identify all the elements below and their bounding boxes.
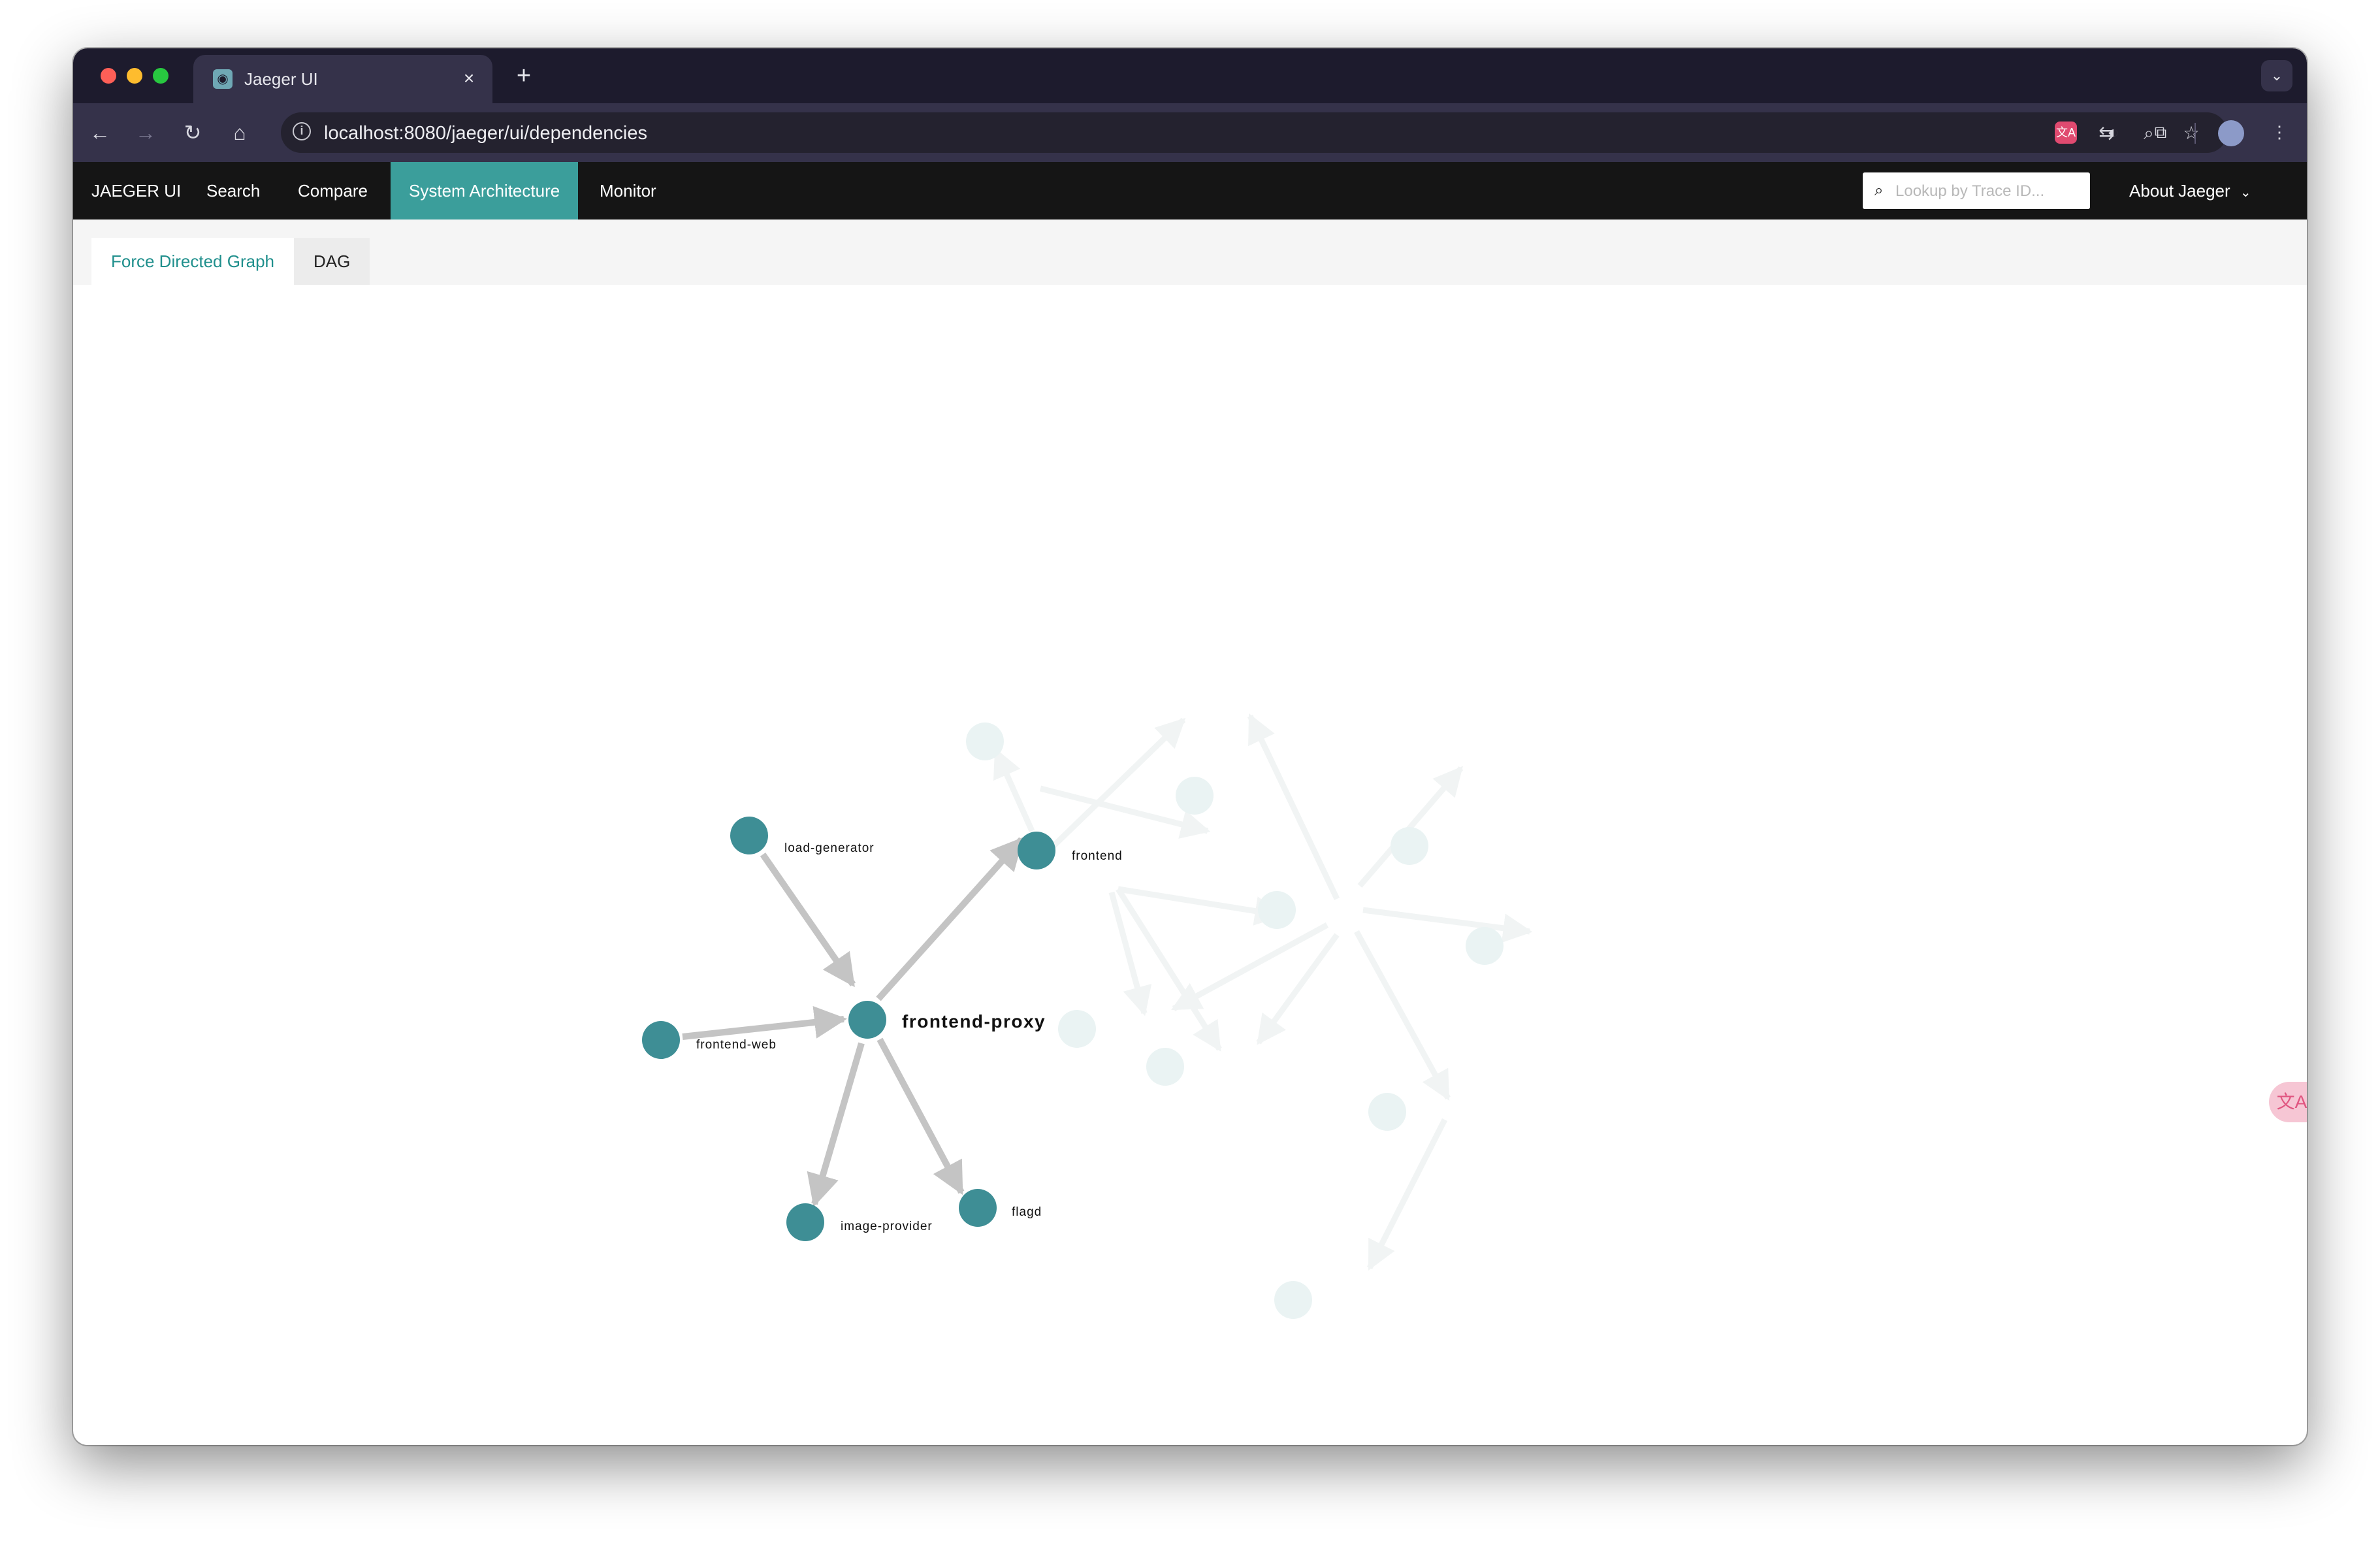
faded-node bbox=[1258, 891, 1296, 929]
close-window-button[interactable] bbox=[101, 68, 116, 84]
nav-search[interactable]: Search bbox=[188, 162, 278, 219]
label-frontend-web: frontend-web bbox=[696, 1038, 777, 1052]
edge-frontend-proxy-to-image-provider bbox=[807, 1042, 865, 1207]
close-tab-icon[interactable]: × bbox=[457, 67, 481, 90]
node-flagd[interactable] bbox=[959, 1189, 997, 1227]
edge-frontend-proxy-to-flagd bbox=[876, 1037, 965, 1195]
profile-avatar[interactable] bbox=[2218, 120, 2244, 146]
tab-search-chevron-icon[interactable]: ⌄ bbox=[2261, 60, 2292, 91]
faded-node bbox=[1368, 1093, 1406, 1131]
jaeger-favicon-icon: ◉ bbox=[213, 69, 233, 89]
edge-load-generator-to-frontend-proxy bbox=[760, 853, 856, 988]
faded-edge bbox=[1256, 933, 1340, 1045]
toolbar-divider bbox=[2195, 123, 2196, 144]
faded-edge bbox=[1171, 922, 1329, 1011]
faded-edge bbox=[1362, 907, 1533, 943]
node-image-provider[interactable] bbox=[786, 1203, 824, 1241]
faded-edge bbox=[1050, 717, 1186, 849]
minimize-window-button[interactable] bbox=[127, 68, 142, 84]
browser-tab[interactable]: ◉ Jaeger UI × bbox=[193, 55, 492, 103]
faded-node bbox=[1058, 1010, 1096, 1048]
faded-node bbox=[966, 723, 1004, 760]
chevron-down-icon: ⌄ bbox=[2240, 186, 2251, 200]
home-icon[interactable]: ⌂ bbox=[225, 118, 255, 148]
forward-icon[interactable]: → bbox=[131, 118, 161, 148]
faded-edge bbox=[1118, 886, 1285, 926]
label-flagd: flagd bbox=[1012, 1205, 1042, 1219]
faded-edge bbox=[1108, 891, 1152, 1016]
faded-node bbox=[1146, 1048, 1184, 1086]
trace-id-lookup[interactable]: ⌕ bbox=[1863, 172, 2090, 209]
dependency-graph-svg[interactable]: load-generator frontend frontend-proxy f… bbox=[73, 285, 2307, 1445]
dependency-graph[interactable]: load-generator frontend frontend-proxy f… bbox=[73, 285, 2307, 1445]
faded-node bbox=[1466, 927, 1504, 965]
node-frontend[interactable] bbox=[1018, 832, 1055, 869]
nav-system-architecture[interactable]: System Architecture bbox=[391, 162, 579, 219]
browser-tab-strip: ◉ Jaeger UI × + ⌄ bbox=[73, 48, 2307, 103]
about-jaeger-dropdown[interactable]: About Jaeger ⌄ bbox=[2129, 162, 2251, 219]
browser-toolbar: ← → ↻ ⌂ i localhost:8080/jaeger/ui/depen… bbox=[73, 103, 2307, 162]
nav-monitor[interactable]: Monitor bbox=[581, 162, 675, 219]
faded-edge bbox=[1366, 1118, 1448, 1271]
faded-edge bbox=[1354, 930, 1451, 1101]
search-icon: ⌕ bbox=[1874, 182, 1884, 199]
node-frontend-proxy[interactable] bbox=[848, 1001, 886, 1039]
label-load-generator: load-generator bbox=[784, 841, 875, 855]
extension-icon[interactable]: ◐ bbox=[2098, 116, 2129, 148]
faded-edge bbox=[1357, 766, 1464, 888]
jaeger-top-nav: JAEGER UI Search Compare System Architec… bbox=[73, 162, 2307, 219]
browser-menu-icon[interactable]: ⋮ bbox=[2264, 116, 2295, 148]
label-frontend-proxy: frontend-proxy bbox=[902, 1011, 1046, 1031]
browser-window: ◉ Jaeger UI × + ⌄ ← → ↻ ⌂ i localhost:80… bbox=[73, 48, 2307, 1445]
faded-node bbox=[1274, 1281, 1312, 1319]
faded-edges bbox=[993, 713, 1533, 1271]
about-jaeger-label: About Jaeger bbox=[2129, 181, 2230, 201]
node-labels: load-generator frontend frontend-proxy f… bbox=[696, 841, 1123, 1233]
site-info-icon[interactable]: i bbox=[293, 122, 311, 140]
back-icon[interactable]: ← bbox=[85, 118, 115, 148]
tab-dag[interactable]: DAG bbox=[294, 238, 370, 285]
faded-node bbox=[1391, 827, 1428, 865]
url-text[interactable]: localhost:8080/jaeger/ui/dependencies bbox=[324, 123, 647, 144]
edge-frontend-web-to-frontend-proxy bbox=[682, 1006, 847, 1040]
brand-logo-link[interactable]: JAEGER UI bbox=[73, 162, 199, 219]
address-bar[interactable]: i localhost:8080/jaeger/ui/dependencies … bbox=[281, 112, 2227, 153]
edge-frontend-proxy-to-frontend bbox=[876, 837, 1024, 1001]
tab-force-directed-graph[interactable]: Force Directed Graph bbox=[91, 238, 294, 285]
label-frontend: frontend bbox=[1072, 849, 1123, 863]
nav-compare[interactable]: Compare bbox=[280, 162, 386, 219]
faded-edge bbox=[1247, 713, 1340, 900]
faded-edge bbox=[993, 747, 1035, 832]
translator-extension-icon[interactable]: 文A bbox=[2055, 122, 2077, 144]
tab-title: Jaeger UI bbox=[244, 69, 318, 89]
label-image-provider: image-provider bbox=[841, 1220, 933, 1233]
dependency-view-tabs: Force Directed Graph DAG bbox=[73, 219, 2307, 285]
reload-icon[interactable]: ↻ bbox=[178, 118, 208, 148]
bookmark-star-icon[interactable]: ☆ bbox=[2178, 122, 2204, 145]
node-load-generator[interactable] bbox=[730, 817, 768, 854]
trace-id-input[interactable] bbox=[1894, 179, 2080, 204]
node-frontend-web[interactable] bbox=[642, 1021, 680, 1059]
faded-node bbox=[1176, 777, 1214, 815]
new-tab-button[interactable]: + bbox=[509, 61, 538, 90]
maximize-window-button[interactable] bbox=[153, 68, 169, 84]
translate-float-button-icon[interactable]: 文A bbox=[2269, 1082, 2307, 1122]
extensions-puzzle-icon[interactable]: ⧉ bbox=[2145, 116, 2176, 148]
